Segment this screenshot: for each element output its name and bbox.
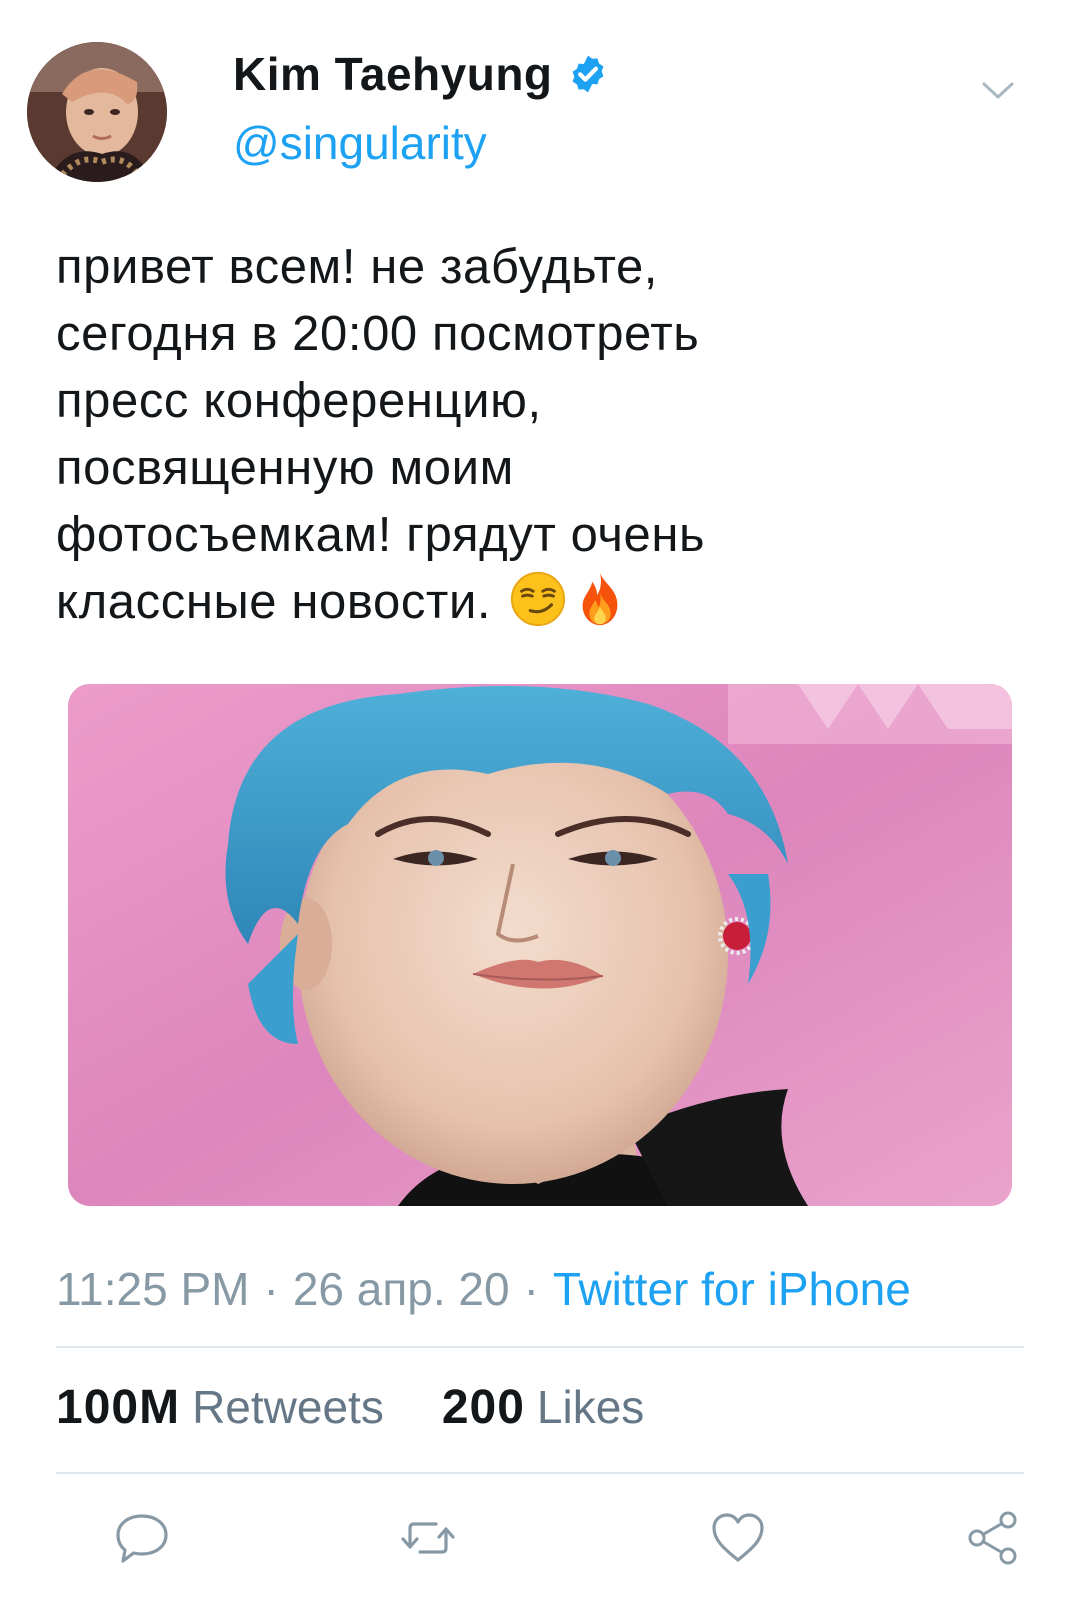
reply-icon[interactable]	[110, 1506, 174, 1570]
likes-label: Likes	[536, 1381, 645, 1433]
tweet-text-last-line: классные новости.	[56, 569, 996, 636]
tweet-text-line: классные новости.	[56, 575, 492, 629]
tweet-text-line: привет всем! не забудьте,	[56, 240, 659, 294]
tweet-stats: 100M Retweets 200 Likes	[56, 1380, 644, 1435]
tweet-time: 11:25 PM	[56, 1263, 250, 1315]
chevron-down-icon[interactable]	[978, 70, 1018, 110]
tweet-text-line: сегодня в 20:00 посмотреть	[56, 307, 700, 361]
share-icon[interactable]	[962, 1506, 1026, 1570]
display-name[interactable]: Kim Taehyung	[233, 47, 553, 101]
verified-badge-icon	[567, 53, 609, 95]
divider	[56, 1472, 1024, 1474]
tweet-card: Kim Taehyung @singularity привет всем! н…	[0, 0, 1080, 1610]
tweet-date[interactable]: 26 апр. 20	[293, 1263, 510, 1315]
tweet-photo-image	[68, 684, 1012, 1206]
retweets-stat[interactable]: 100M Retweets	[56, 1380, 384, 1435]
heart-icon[interactable]	[706, 1506, 770, 1570]
meta-separator: ·	[523, 1263, 539, 1315]
retweet-icon[interactable]	[396, 1506, 460, 1570]
fire-emoji-icon	[571, 570, 629, 628]
retweets-count: 100M	[56, 1381, 181, 1434]
retweets-label: Retweets	[192, 1381, 384, 1433]
smirking-face-emoji-icon	[509, 570, 567, 628]
tweet-text-line: фотосъемкам! грядут очень	[56, 508, 706, 562]
tweet-actions	[0, 1506, 1080, 1576]
likes-count: 200	[441, 1381, 525, 1434]
tweet-text-line: пресс конференцию,	[56, 374, 542, 428]
tweet-source-link[interactable]: Twitter for iPhone	[553, 1263, 911, 1315]
avatar-image	[27, 42, 167, 182]
tweet-text-line: посвященную моим	[56, 441, 514, 495]
avatar[interactable]	[27, 42, 167, 182]
user-handle[interactable]: @singularity	[233, 116, 487, 170]
tweet-meta: 11:25 PM · 26 апр. 20 · Twitter for iPhone	[56, 1262, 911, 1316]
divider	[56, 1346, 1024, 1348]
likes-stat[interactable]: 200 Likes	[442, 1380, 644, 1435]
tweet-photo[interactable]	[68, 684, 1012, 1206]
name-row: Kim Taehyung	[233, 42, 609, 106]
tweet-text: привет всем! не забудьте, сегодня в 20:0…	[56, 234, 996, 636]
meta-separator: ·	[263, 1263, 279, 1315]
